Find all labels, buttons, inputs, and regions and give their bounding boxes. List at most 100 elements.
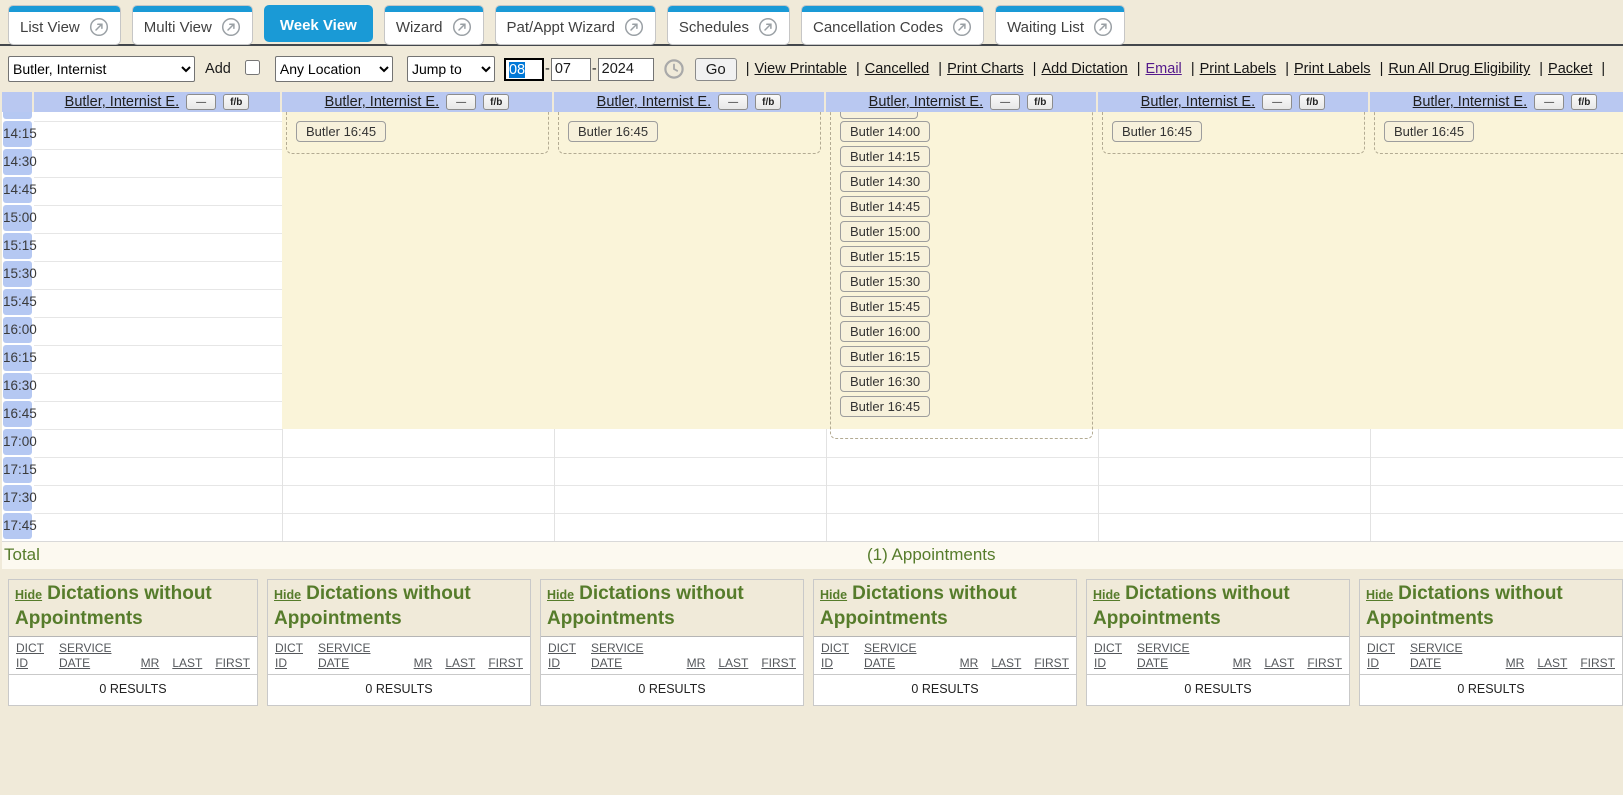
- open-new-window-icon[interactable]: [89, 17, 109, 37]
- sort-link-first[interactable]: FIRST: [1580, 656, 1615, 671]
- hide-dictations-link[interactable]: Hide: [820, 588, 847, 602]
- sort-link-dict-id[interactable]: DICTID: [16, 641, 44, 671]
- sort-link-first[interactable]: FIRST: [488, 656, 523, 671]
- fb-button[interactable]: f/b: [223, 94, 249, 110]
- column-header-link[interactable]: Butler, Internist E.: [1141, 94, 1255, 110]
- link-cancelled[interactable]: Cancelled: [865, 61, 930, 77]
- sort-link-last[interactable]: LAST: [1537, 656, 1567, 671]
- collapse-column-button[interactable]: —: [1534, 94, 1564, 110]
- fb-button[interactable]: f/b: [1571, 94, 1597, 110]
- sort-link-service-date[interactable]: SERVICEDATE: [591, 641, 643, 671]
- go-button[interactable]: Go: [695, 58, 737, 81]
- sort-link-last[interactable]: LAST: [718, 656, 748, 671]
- date-year-input[interactable]: 2024: [598, 58, 654, 81]
- date-day-input[interactable]: 07: [551, 58, 591, 81]
- open-new-window-icon[interactable]: [221, 17, 241, 37]
- sort-link-first[interactable]: FIRST: [761, 656, 796, 671]
- sort-link-dict-id[interactable]: DICTID: [1367, 641, 1395, 671]
- sort-link-mr[interactable]: MR: [687, 656, 706, 671]
- sort-link-mr[interactable]: MR: [1506, 656, 1525, 671]
- location-select[interactable]: Any Location: [275, 56, 393, 82]
- appointment-slot-chip[interactable]: Butler 15:15: [840, 246, 930, 267]
- open-new-window-icon[interactable]: [952, 17, 972, 37]
- hide-dictations-link[interactable]: Hide: [274, 588, 301, 602]
- tab-week-view[interactable]: Week View: [264, 5, 373, 42]
- fb-button[interactable]: f/b: [483, 94, 509, 110]
- link-print-labels[interactable]: Print Labels: [1294, 61, 1371, 77]
- jump-to-select[interactable]: Jump to: [407, 56, 495, 82]
- tab-multi-view[interactable]: Multi View: [132, 5, 253, 45]
- appointment-slot-chip[interactable]: [840, 112, 918, 119]
- collapse-column-button[interactable]: —: [990, 94, 1020, 110]
- collapse-column-button[interactable]: —: [1262, 94, 1292, 110]
- appointment-slot-chip[interactable]: Butler 14:45: [840, 196, 930, 217]
- appointment-slot-chip[interactable]: Butler 15:45: [840, 296, 930, 317]
- tab-waiting-list[interactable]: Waiting List: [995, 5, 1125, 45]
- sort-link-mr[interactable]: MR: [960, 656, 979, 671]
- appointment-slot-chip[interactable]: Butler 14:15: [840, 146, 930, 167]
- open-new-window-icon[interactable]: [452, 17, 472, 37]
- tab-schedules[interactable]: Schedules: [667, 5, 790, 45]
- open-new-window-icon[interactable]: [1093, 17, 1113, 37]
- sort-link-mr[interactable]: MR: [141, 656, 160, 671]
- column-header-link[interactable]: Butler, Internist E.: [597, 94, 711, 110]
- column-header-link[interactable]: Butler, Internist E.: [325, 94, 439, 110]
- sort-link-first[interactable]: FIRST: [1307, 656, 1342, 671]
- provider-select[interactable]: Butler, Internist: [8, 56, 195, 82]
- link-run-all-drug-eligibility[interactable]: Run All Drug Eligibility: [1388, 61, 1530, 77]
- hide-dictations-link[interactable]: Hide: [547, 588, 574, 602]
- appointment-slot-chip[interactable]: Butler 15:00: [840, 221, 930, 242]
- hide-dictations-link[interactable]: Hide: [1366, 588, 1393, 602]
- sort-link-dict-id[interactable]: DICTID: [1094, 641, 1122, 671]
- sort-link-dict-id[interactable]: DICTID: [821, 641, 849, 671]
- sort-link-last[interactable]: LAST: [445, 656, 475, 671]
- sort-link-service-date[interactable]: SERVICEDATE: [1410, 641, 1462, 671]
- appointment-slot-chip[interactable]: Butler 14:30: [840, 171, 930, 192]
- collapse-column-button[interactable]: —: [718, 94, 748, 110]
- appointment-slot-chip[interactable]: Butler 15:30: [840, 271, 930, 292]
- appointment-slot-chip[interactable]: Butler 16:15: [840, 346, 930, 367]
- sort-link-last[interactable]: LAST: [172, 656, 202, 671]
- link-print-charts[interactable]: Print Charts: [947, 61, 1024, 77]
- collapse-column-button[interactable]: —: [446, 94, 476, 110]
- sort-link-first[interactable]: FIRST: [1034, 656, 1069, 671]
- appointment-slot-chip[interactable]: Butler 16:45: [840, 396, 930, 417]
- tab-cancellation-codes[interactable]: Cancellation Codes: [801, 5, 984, 45]
- column-header-link[interactable]: Butler, Internist E.: [65, 94, 179, 110]
- sort-link-service-date[interactable]: SERVICEDATE: [864, 641, 916, 671]
- appointment-slot-chip[interactable]: Butler 16:30: [840, 371, 930, 392]
- sort-link-service-date[interactable]: SERVICEDATE: [318, 641, 370, 671]
- link-add-dictation[interactable]: Add Dictation: [1041, 61, 1127, 77]
- sort-link-dict-id[interactable]: DICTID: [275, 641, 303, 671]
- sort-link-service-date[interactable]: SERVICEDATE: [59, 641, 111, 671]
- fb-button[interactable]: f/b: [755, 94, 781, 110]
- date-month-input[interactable]: 08: [504, 58, 544, 81]
- appointment-slot-chip[interactable]: Butler 16:45: [296, 121, 386, 142]
- appointment-slot-chip[interactable]: Butler 16:45: [1384, 121, 1474, 142]
- sort-link-first[interactable]: FIRST: [215, 656, 250, 671]
- appointment-slot-chip[interactable]: Butler 16:45: [568, 121, 658, 142]
- link-view-printable[interactable]: View Printable: [755, 61, 847, 77]
- open-new-window-icon[interactable]: [758, 17, 778, 37]
- fb-button[interactable]: f/b: [1027, 94, 1053, 110]
- column-header-link[interactable]: Butler, Internist E.: [1413, 94, 1527, 110]
- link-print-labels[interactable]: Print Labels: [1200, 61, 1277, 77]
- fb-button[interactable]: f/b: [1299, 94, 1325, 110]
- link-email[interactable]: Email: [1146, 61, 1182, 77]
- sort-link-mr[interactable]: MR: [414, 656, 433, 671]
- column-header-link[interactable]: Butler, Internist E.: [869, 94, 983, 110]
- appointment-slot-chip[interactable]: Butler 16:45: [1112, 121, 1202, 142]
- hide-dictations-link[interactable]: Hide: [1093, 588, 1120, 602]
- open-new-window-icon[interactable]: [624, 17, 644, 37]
- sort-link-last[interactable]: LAST: [1264, 656, 1294, 671]
- add-checkbox[interactable]: [245, 60, 260, 75]
- sort-link-mr[interactable]: MR: [1233, 656, 1252, 671]
- appointment-slot-chip[interactable]: Butler 14:00: [840, 121, 930, 142]
- tab-list-view[interactable]: List View: [8, 5, 121, 45]
- hide-dictations-link[interactable]: Hide: [15, 588, 42, 602]
- sort-link-service-date[interactable]: SERVICEDATE: [1137, 641, 1189, 671]
- tab-pat-appt-wizard[interactable]: Pat/Appt Wizard: [495, 5, 656, 45]
- sort-link-dict-id[interactable]: DICTID: [548, 641, 576, 671]
- tab-wizard[interactable]: Wizard: [384, 5, 484, 45]
- link-packet[interactable]: Packet: [1548, 61, 1592, 77]
